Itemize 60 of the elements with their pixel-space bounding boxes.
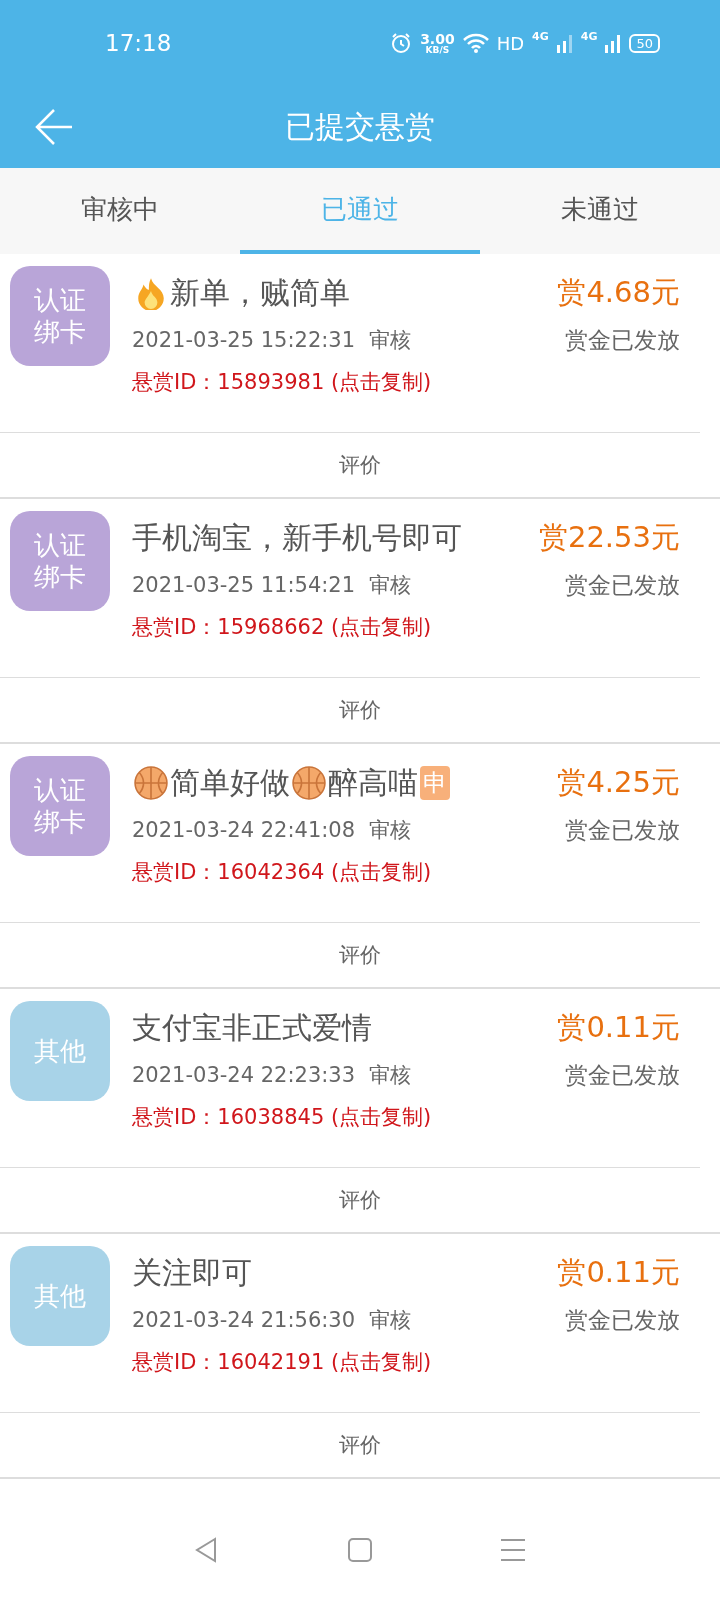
reward-amount: 赏0.11元 <box>557 1009 680 1046</box>
signal-icon <box>556 33 573 53</box>
submit-time: 2021-03-24 21:56:30 <box>132 1308 356 1332</box>
submit-time: 2021-03-25 11:54:21 <box>132 573 356 597</box>
submit-time: 2021-03-25 15:22:31 <box>132 328 356 352</box>
payout-status: 赏金已发放 <box>565 325 680 355</box>
task-title: 简单好做 <box>170 763 290 802</box>
submit-time: 2021-03-24 22:41:08 <box>132 818 356 842</box>
wifi-icon <box>462 33 489 53</box>
task-title: 手机淘宝，新手机号即可 <box>132 518 462 557</box>
home-nav-icon[interactable] <box>347 1537 373 1563</box>
category-tile: 其他 <box>10 1001 110 1101</box>
payout-status: 赏金已发放 <box>565 815 680 845</box>
rate-button[interactable]: 评价 <box>333 940 387 970</box>
reward-id-link[interactable]: 悬赏ID：15893981 (点击复制) <box>132 368 680 396</box>
signal-icon <box>605 33 622 53</box>
category-tile: 其他 <box>10 1246 110 1346</box>
review-status: 审核 <box>369 1307 412 1334</box>
task-title: 关注即可 <box>132 1253 252 1292</box>
payout-status: 赏金已发放 <box>565 570 680 600</box>
task-title: 支付宝非正式爱情 <box>132 1008 372 1047</box>
rate-button[interactable]: 评价 <box>333 695 387 725</box>
rate-button[interactable]: 评价 <box>333 1185 387 1215</box>
back-arrow-icon[interactable] <box>34 107 74 147</box>
reward-amount: 赏22.53元 <box>538 519 680 556</box>
payout-status: 赏金已发放 <box>565 1060 680 1090</box>
payout-status: 赏金已发放 <box>565 1305 680 1335</box>
category-tile: 认证绑卡 <box>10 756 110 856</box>
task-title: 醉高喵 <box>328 763 418 802</box>
status-time: 17:18 <box>105 30 172 56</box>
hd-indicator: HD <box>496 32 525 54</box>
review-status: 审核 <box>369 327 412 354</box>
basketball-icon <box>292 766 326 800</box>
menu-icon[interactable] <box>499 1537 527 1563</box>
review-status: 审核 <box>369 572 412 599</box>
apply-badge: 申 <box>420 766 450 800</box>
reward-amount: 赏4.25元 <box>557 764 680 801</box>
reward-amount: 赏4.68元 <box>557 274 680 311</box>
reward-id-link[interactable]: 悬赏ID：15968662 (点击复制) <box>132 613 680 641</box>
alarm-icon <box>390 32 413 54</box>
rate-button[interactable]: 评价 <box>333 450 387 480</box>
page-title: 已提交悬赏 <box>285 107 435 146</box>
network-type: 4G <box>580 29 598 43</box>
network-type: 4G <box>532 29 549 43</box>
tab[interactable]: 未通过 <box>480 168 720 254</box>
category-tile: 认证绑卡 <box>10 266 110 366</box>
battery-indicator: 50 <box>629 33 660 53</box>
category-tile: 认证绑卡 <box>10 511 110 611</box>
reward-id-link[interactable]: 悬赏ID：16038845 (点击复制) <box>132 1103 680 1131</box>
task-title: 新单，贼简单 <box>170 273 350 312</box>
submit-time: 2021-03-24 22:23:33 <box>132 1063 356 1087</box>
basketball-icon <box>134 766 168 800</box>
reward-amount: 赏0.11元 <box>557 1254 680 1291</box>
review-status: 审核 <box>369 817 412 844</box>
review-status: 审核 <box>369 1062 412 1089</box>
network-speed: 3.00 KB/S <box>420 31 455 55</box>
reward-id-link[interactable]: 悬赏ID：16042191 (点击复制) <box>132 1348 680 1376</box>
tab[interactable]: 审核中 <box>0 168 240 254</box>
rate-button[interactable]: 评价 <box>333 1430 387 1460</box>
reward-id-link[interactable]: 悬赏ID：16042364 (点击复制) <box>132 858 680 886</box>
